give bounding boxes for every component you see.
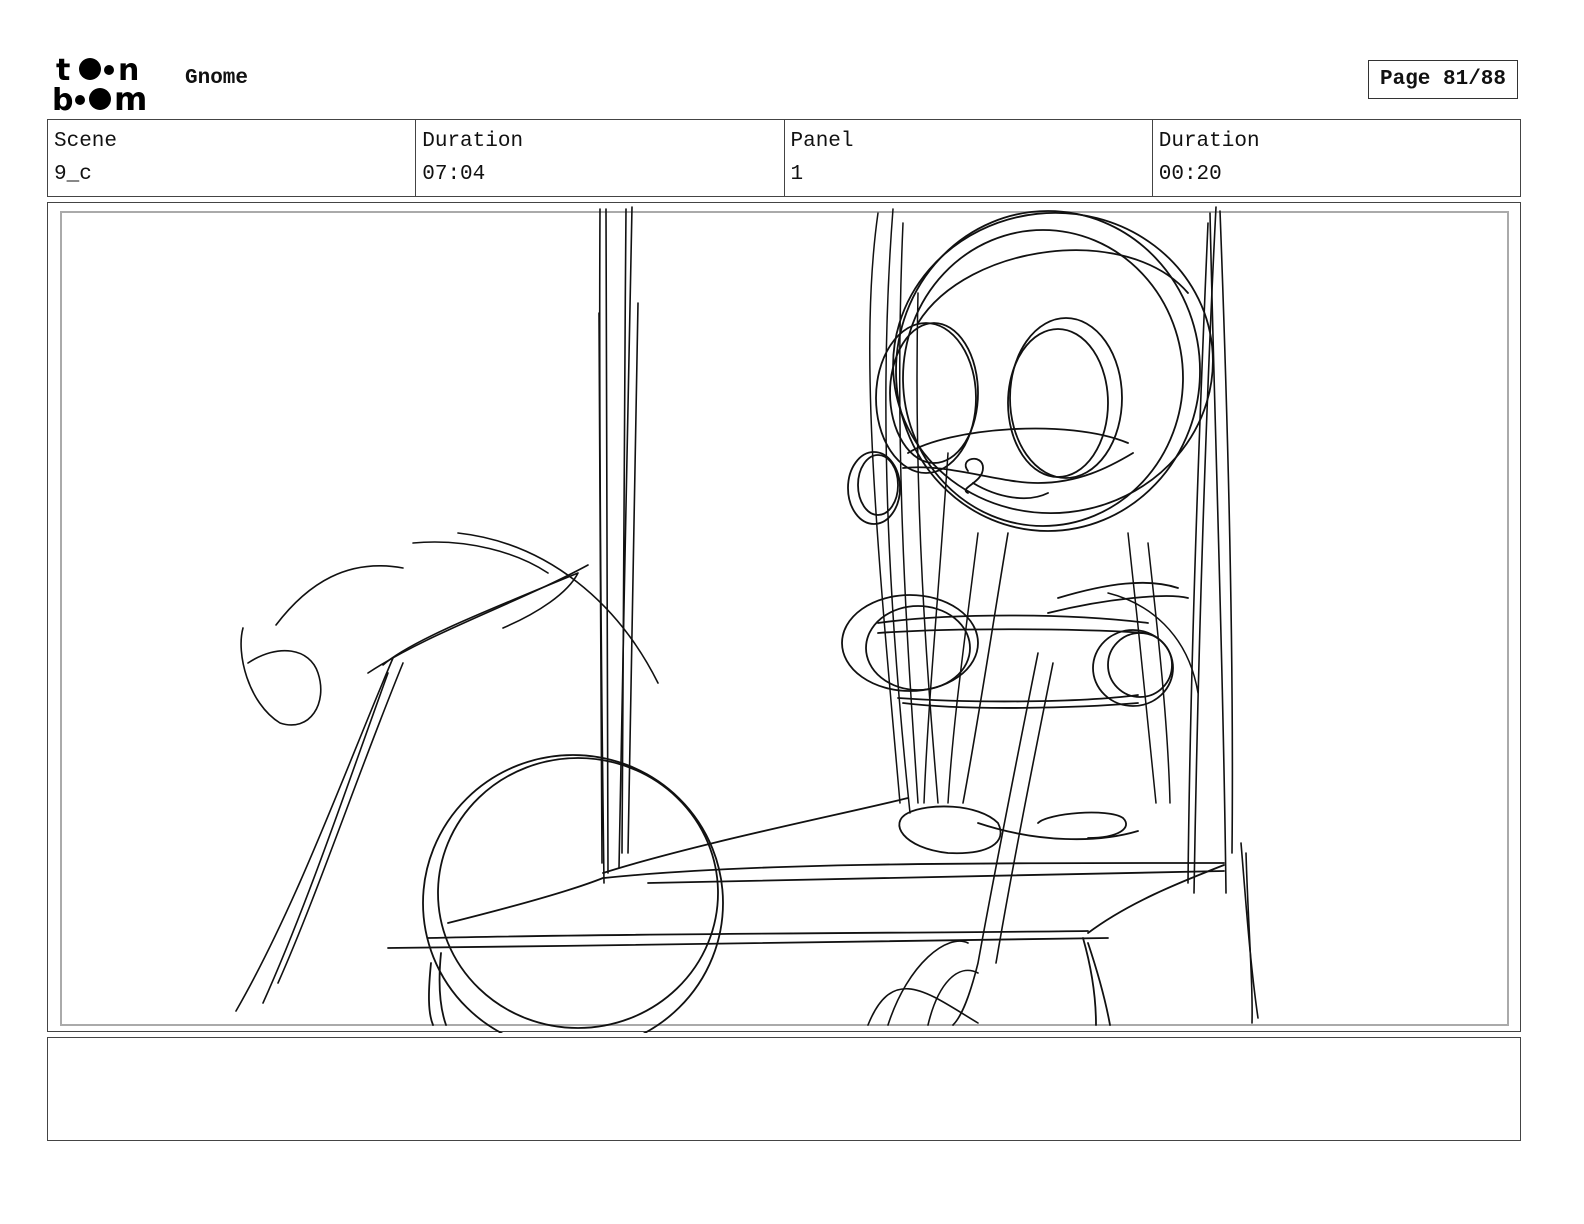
page-number: Page 81/88 [1368, 60, 1518, 99]
scene-label: Scene [54, 130, 118, 153]
svg-text:b: b [52, 83, 73, 114]
scene-duration-label: Duration [422, 130, 524, 153]
panel-duration-cell: Duration 00:20 [1153, 120, 1520, 196]
scene-duration-cell: Duration 07:04 [416, 120, 785, 196]
svg-text:m: m [114, 80, 147, 114]
storyboard-sketch [235, 206, 1259, 1033]
scene-value: 9_c [54, 163, 92, 186]
scene-info-table: Scene 9_c Duration 07:04 Panel 1 Duratio… [47, 119, 1521, 197]
panel-duration-label: Duration [1158, 130, 1260, 153]
toon-boom-logo: t n b m [52, 53, 147, 114]
project-title: Gnome [185, 67, 249, 90]
scene-cell: Scene 9_c [48, 120, 417, 196]
panel-value: 1 [790, 163, 804, 186]
storyboard-panel [47, 202, 1521, 1033]
scene-duration-value: 07:04 [422, 163, 486, 186]
panel-label: Panel [790, 130, 854, 153]
panel-notes [47, 1037, 1521, 1141]
panel-cell: Panel 1 [785, 120, 1153, 196]
panel-duration-value: 00:20 [1158, 163, 1222, 186]
